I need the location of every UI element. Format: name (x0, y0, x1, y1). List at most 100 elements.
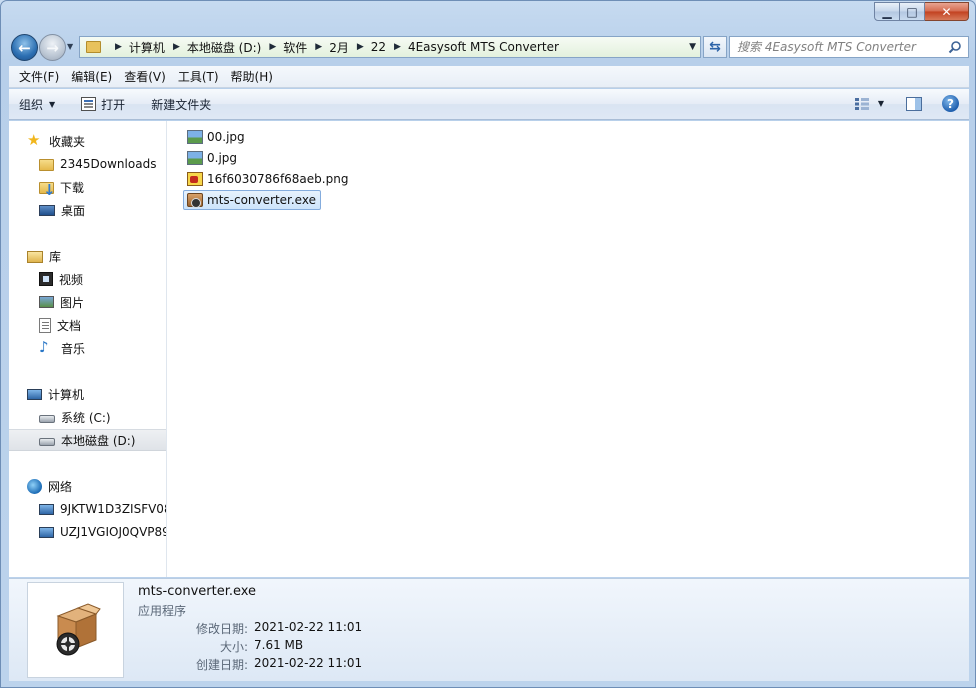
nav-libraries-label: 库 (49, 249, 62, 264)
caption-buttons: ▁ □ ✕ (874, 2, 969, 21)
open-label: 打开 (101, 97, 126, 112)
organize-label: 组织 (19, 97, 44, 112)
breadcrumb-current-folder[interactable]: 4Easysoft MTS Converter (408, 40, 559, 54)
list-item[interactable]: 16f6030786f68aeb.png (183, 169, 353, 189)
nav-item-label: 本地磁盘 (D:) (61, 433, 136, 448)
breadcrumb-arrow-icon[interactable]: ▶ (357, 42, 364, 52)
network-computer-icon (39, 503, 54, 515)
nav-item-network-pc-2[interactable]: UZJ1VGIOJ0QVP89 (9, 521, 167, 543)
history-dropdown[interactable]: ▼ (67, 42, 73, 51)
menu-file[interactable]: 文件(F) (13, 68, 65, 85)
help-icon[interactable]: ? (942, 95, 959, 112)
nav-item-label: 下载 (60, 180, 85, 195)
computer-icon (27, 388, 42, 400)
nav-computer-label: 计算机 (48, 387, 85, 402)
search-box[interactable] (729, 36, 969, 58)
breadcrumb-arrow-icon[interactable]: ▶ (269, 42, 276, 52)
nav-favorites[interactable]: ★ 收藏夹 (9, 130, 166, 152)
address-dropdown-icon[interactable]: ▼ (689, 42, 696, 52)
view-options-dropdown-icon[interactable]: ▼ (878, 99, 884, 108)
modified-label: 修改日期: (195, 622, 248, 636)
nav-item-label: 音乐 (61, 341, 86, 356)
refresh-button[interactable]: ⇆ (703, 36, 727, 58)
breadcrumb-february[interactable]: 2月 (329, 39, 349, 56)
nav-item-label: 图片 (60, 295, 85, 310)
search-input[interactable] (737, 40, 937, 54)
breadcrumb-arrow-icon[interactable]: ▶ (315, 42, 322, 52)
details-file-name: mts-converter.exe (138, 584, 257, 599)
nav-item-label: 文档 (57, 318, 82, 333)
nav-item-label: 9JKTW1D3ZISFV08 (60, 502, 167, 516)
desktop-icon (39, 204, 55, 216)
details-file-type: 应用程序 (138, 604, 187, 618)
nav-item-label: 桌面 (61, 203, 86, 218)
breadcrumb-software[interactable]: 软件 (283, 39, 307, 56)
modified-value: 2021-02-22 11:01 (254, 620, 363, 634)
address-bar[interactable]: ▶ 计算机 ▶ 本地磁盘 (D:) ▶ 软件 ▶ 2月 ▶ 22 ▶ 4Easy… (79, 36, 701, 58)
folder-icon (39, 159, 54, 171)
nav-item-music[interactable]: ♪ 音乐 (9, 337, 166, 359)
open-button[interactable]: 打开 (81, 96, 125, 113)
close-button[interactable]: ✕ (925, 2, 969, 21)
breadcrumb-arrow-icon[interactable]: ▶ (394, 42, 401, 52)
back-arrow-icon: ← (18, 38, 31, 57)
breadcrumb-computer[interactable]: 计算机 (129, 39, 165, 56)
navigation-pane[interactable]: ★ 收藏夹 2345Downloads ↓ 下载 桌面 库 视频 图片 文档 ♪… (9, 121, 167, 577)
nav-item-downloads[interactable]: ↓ 下载 (9, 176, 166, 199)
new-folder-label: 新建文件夹 (151, 97, 212, 112)
refresh-icon: ⇆ (709, 39, 721, 55)
maximize-button[interactable]: □ (900, 2, 925, 21)
file-thumbnail (27, 582, 124, 678)
exe-file-icon (187, 193, 203, 208)
jpg-file-icon (187, 130, 203, 144)
details-modified-row: 修改日期: 2021-02-22 11:01 (138, 620, 398, 638)
nav-item-videos[interactable]: 视频 (9, 268, 166, 290)
nav-item-documents[interactable]: 文档 (9, 314, 166, 336)
application-package-icon (56, 603, 101, 656)
system-drive-icon (39, 415, 55, 423)
nav-computer[interactable]: 计算机 (9, 383, 166, 405)
menu-help[interactable]: 帮助(H) (225, 68, 279, 85)
preview-pane-icon[interactable] (906, 96, 922, 111)
nav-item-drive-c[interactable]: 系统 (C:) (9, 406, 166, 428)
breadcrumb-arrow-icon[interactable]: ▶ (173, 42, 180, 52)
nav-item-2345downloads[interactable]: 2345Downloads (9, 153, 166, 175)
details-size-row: 大小: 7.61 MB (138, 638, 398, 656)
breadcrumb-arrow-icon[interactable]: ▶ (115, 42, 122, 52)
video-icon (39, 272, 53, 286)
nav-libraries[interactable]: 库 (9, 245, 166, 267)
png-file-icon (187, 172, 203, 186)
nav-item-network-pc-1[interactable]: 9JKTW1D3ZISFV08 (9, 498, 167, 520)
nav-item-label: UZJ1VGIOJ0QVP89 (60, 525, 167, 539)
navigation-bar: ← → ▼ ▶ 计算机 ▶ 本地磁盘 (D:) ▶ 软件 ▶ 2月 ▶ 22 ▶… (9, 33, 969, 61)
star-icon: ★ (27, 131, 41, 149)
menu-edit[interactable]: 编辑(E) (65, 68, 118, 85)
nav-item-pictures[interactable]: 图片 (9, 291, 166, 313)
list-item[interactable]: 00.jpg (183, 127, 250, 147)
library-icon (27, 251, 43, 263)
downloads-folder-icon: ↓ (39, 181, 56, 199)
list-item[interactable]: 0.jpg (183, 148, 242, 168)
menu-tools[interactable]: 工具(T) (172, 68, 225, 85)
menu-view[interactable]: 查看(V) (118, 68, 172, 85)
nav-item-drive-d[interactable]: 本地磁盘 (D:) (9, 429, 166, 451)
new-folder-button[interactable]: 新建文件夹 (151, 96, 211, 113)
drive-icon (39, 438, 55, 446)
nav-item-label: 视频 (59, 272, 84, 287)
nav-network[interactable]: 网络 (9, 475, 166, 497)
music-note-icon: ♪ (39, 338, 49, 356)
breadcrumb-drive-d[interactable]: 本地磁盘 (D:) (187, 39, 261, 56)
file-name: 16f6030786f68aeb.png (207, 172, 349, 186)
size-value: 7.61 MB (254, 638, 304, 652)
nav-item-desktop[interactable]: 桌面 (9, 199, 166, 221)
minimize-button[interactable]: ▁ (874, 2, 900, 21)
nav-item-label: 系统 (C:) (61, 410, 111, 425)
breadcrumb-22[interactable]: 22 (371, 40, 386, 54)
command-bar-right: ▼ ? (854, 95, 959, 112)
search-icon[interactable] (948, 40, 962, 54)
change-view-icon[interactable] (854, 97, 870, 111)
back-button[interactable]: ← (11, 34, 38, 61)
organize-button[interactable]: 组织 ▼ (19, 96, 55, 113)
list-item-selected[interactable]: mts-converter.exe (183, 190, 321, 210)
forward-button[interactable]: → (39, 34, 66, 61)
